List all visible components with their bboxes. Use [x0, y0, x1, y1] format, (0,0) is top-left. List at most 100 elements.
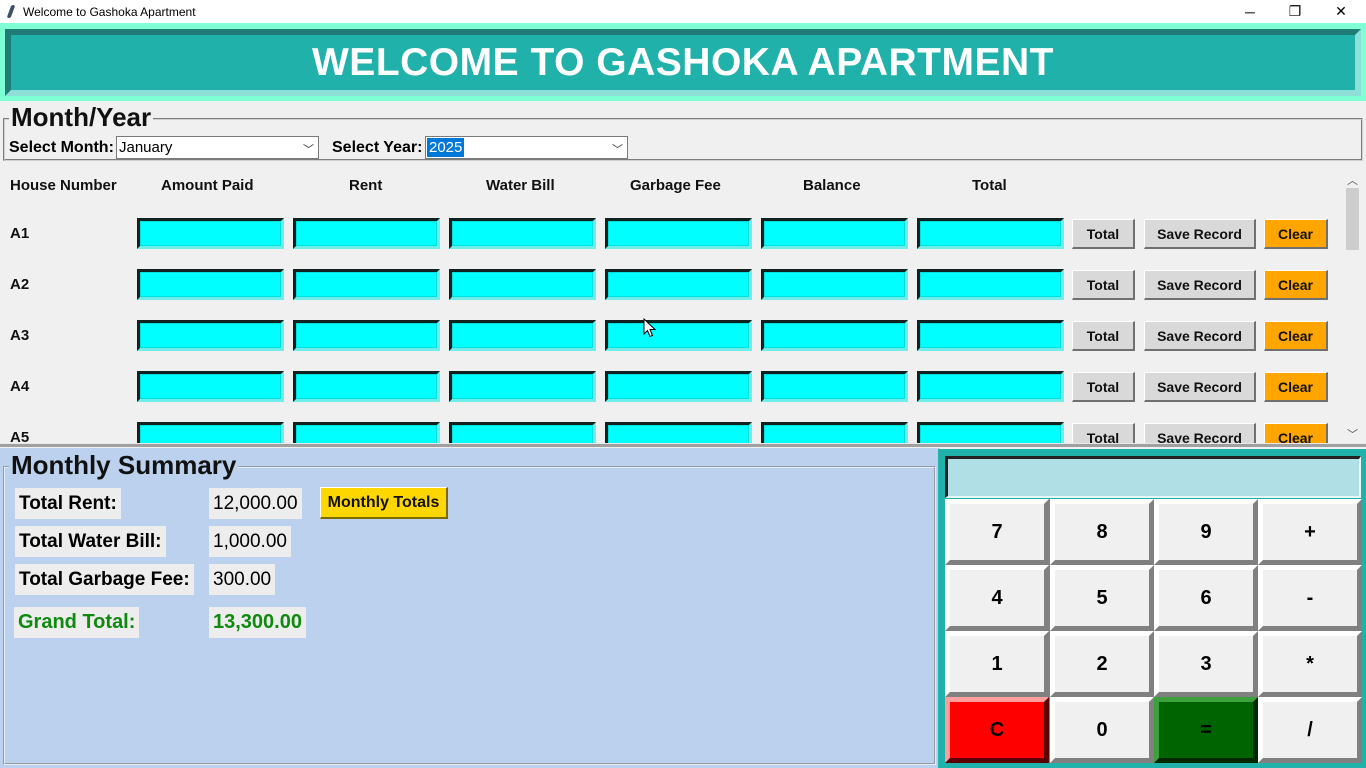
records-scrollbar[interactable]: ︿ ﹀ — [1344, 172, 1361, 442]
row-label-a4: A4 — [10, 378, 30, 395]
header-rent: Rent — [349, 177, 383, 194]
total-button-a5[interactable]: Total — [1072, 423, 1135, 443]
calc-key-minus[interactable]: - — [1258, 565, 1362, 631]
chevron-down-icon[interactable]: ﹀ — [612, 141, 623, 157]
save-record-button-a4[interactable]: Save Record — [1144, 372, 1256, 402]
balance-entry-a5[interactable] — [761, 422, 908, 443]
header-garbage-fee: Garbage Fee — [630, 177, 721, 194]
calc-key-equals[interactable]: = — [1154, 697, 1258, 763]
total-button-a1[interactable]: Total — [1072, 219, 1135, 249]
monthly-summary-legend: Monthly Summary — [9, 450, 239, 481]
calc-key-plus[interactable]: + — [1258, 499, 1362, 565]
calc-key-divide[interactable]: / — [1258, 697, 1362, 763]
close-button[interactable]: ✕ — [1318, 0, 1364, 23]
calc-key-6[interactable]: 6 — [1154, 565, 1258, 631]
clear-button-a1[interactable]: Clear — [1264, 219, 1328, 249]
amount-paid-entry-a5[interactable] — [137, 422, 284, 443]
grand-total-value: 13,300.00 — [209, 607, 306, 638]
water-bill-entry-a4[interactable] — [449, 371, 596, 402]
chevron-down-icon[interactable]: ﹀ — [303, 141, 314, 157]
total-entry-a4[interactable] — [917, 371, 1064, 402]
header-water-bill: Water Bill — [486, 177, 555, 194]
calc-key-7[interactable]: 7 — [945, 499, 1049, 565]
scroll-down-icon[interactable]: ﹀ — [1347, 426, 1358, 442]
window-title: Welcome to Gashoka Apartment — [23, 4, 196, 19]
rent-entry-a4[interactable] — [293, 371, 440, 402]
pane-divider[interactable] — [0, 443, 1366, 447]
feather-app-icon — [6, 5, 16, 19]
welcome-banner-inner: WELCOME TO GASHOKA APARTMENT — [5, 29, 1361, 96]
calc-key-8[interactable]: 8 — [1050, 499, 1154, 565]
garbage-fee-entry-a4[interactable] — [605, 371, 752, 402]
mouse-cursor-icon — [643, 318, 656, 338]
total-entry-a3[interactable] — [917, 320, 1064, 351]
minimize-button[interactable]: ─ — [1227, 0, 1273, 23]
balance-entry-a1[interactable] — [761, 218, 908, 249]
balance-entry-a3[interactable] — [761, 320, 908, 351]
monthly-totals-button[interactable]: Monthly Totals — [320, 487, 448, 519]
records-grid: House Number Amount Paid Rent Water Bill… — [3, 170, 1363, 443]
water-bill-entry-a5[interactable] — [449, 422, 596, 443]
garbage-fee-entry-a3[interactable] — [605, 320, 752, 351]
calc-key-4[interactable]: 4 — [945, 565, 1049, 631]
save-record-button-a1[interactable]: Save Record — [1144, 219, 1256, 249]
amount-paid-entry-a3[interactable] — [137, 320, 284, 351]
scroll-up-icon[interactable]: ︿ — [1347, 172, 1358, 188]
rent-entry-a2[interactable] — [293, 269, 440, 300]
total-button-a3[interactable]: Total — [1072, 321, 1135, 351]
month-combobox[interactable]: January ﹀ — [116, 136, 319, 159]
total-entry-a1[interactable] — [917, 218, 1064, 249]
row-label-a2: A2 — [10, 276, 30, 293]
select-month-label: Select Month: — [9, 139, 114, 156]
balance-entry-a2[interactable] — [761, 269, 908, 300]
amount-paid-entry-a1[interactable] — [137, 218, 284, 249]
calc-key-5[interactable]: 5 — [1050, 565, 1154, 631]
calc-key-2[interactable]: 2 — [1050, 631, 1154, 697]
total-entry-a5[interactable] — [917, 422, 1064, 443]
clear-button-a4[interactable]: Clear — [1264, 372, 1328, 402]
window-title-bar: Welcome to Gashoka Apartment — [0, 0, 1366, 23]
calc-key-9[interactable]: 9 — [1154, 499, 1258, 565]
header-amount-paid: Amount Paid — [161, 177, 254, 194]
calc-key-3[interactable]: 3 — [1154, 631, 1258, 697]
restore-button[interactable]: ❐ — [1272, 0, 1318, 23]
month-year-legend: Month/Year — [9, 102, 154, 133]
total-garbage-fee-label: Total Garbage Fee: — [15, 564, 194, 595]
garbage-fee-entry-a5[interactable] — [605, 422, 752, 443]
total-button-a4[interactable]: Total — [1072, 372, 1135, 402]
header-balance: Balance — [803, 177, 861, 194]
clear-button-a3[interactable]: Clear — [1264, 321, 1328, 351]
save-record-button-a3[interactable]: Save Record — [1144, 321, 1256, 351]
calc-key-multiply[interactable]: * — [1258, 631, 1362, 697]
rent-entry-a3[interactable] — [293, 320, 440, 351]
garbage-fee-entry-a2[interactable] — [605, 269, 752, 300]
total-entry-a2[interactable] — [917, 269, 1064, 300]
rent-entry-a1[interactable] — [293, 218, 440, 249]
save-record-button-a5[interactable]: Save Record — [1144, 423, 1256, 443]
monthly-summary-frame — [3, 466, 936, 765]
garbage-fee-entry-a1[interactable] — [605, 218, 752, 249]
total-rent-label: Total Rent: — [15, 488, 121, 519]
calc-key-1[interactable]: 1 — [945, 631, 1049, 697]
total-button-a2[interactable]: Total — [1072, 270, 1135, 300]
clear-button-a5[interactable]: Clear — [1264, 423, 1328, 443]
water-bill-entry-a3[interactable] — [449, 320, 596, 351]
total-water-bill-value: 1,000.00 — [209, 526, 291, 557]
calc-key-clear[interactable]: C — [945, 697, 1049, 763]
select-year-label: Select Year: — [332, 139, 423, 156]
save-record-button-a2[interactable]: Save Record — [1144, 270, 1256, 300]
amount-paid-entry-a2[interactable] — [137, 269, 284, 300]
calc-key-0[interactable]: 0 — [1050, 697, 1154, 763]
balance-entry-a4[interactable] — [761, 371, 908, 402]
row-label-a1: A1 — [10, 225, 30, 242]
water-bill-entry-a1[interactable] — [449, 218, 596, 249]
scrollbar-thumb[interactable] — [1346, 188, 1359, 250]
header-total: Total — [972, 177, 1007, 194]
amount-paid-entry-a4[interactable] — [137, 371, 284, 402]
water-bill-entry-a2[interactable] — [449, 269, 596, 300]
rent-entry-a5[interactable] — [293, 422, 440, 443]
total-garbage-fee-value: 300.00 — [209, 564, 276, 595]
year-combobox[interactable]: 2025 ﹀ — [425, 136, 628, 159]
clear-button-a2[interactable]: Clear — [1264, 270, 1328, 300]
calculator-display[interactable] — [945, 456, 1361, 498]
